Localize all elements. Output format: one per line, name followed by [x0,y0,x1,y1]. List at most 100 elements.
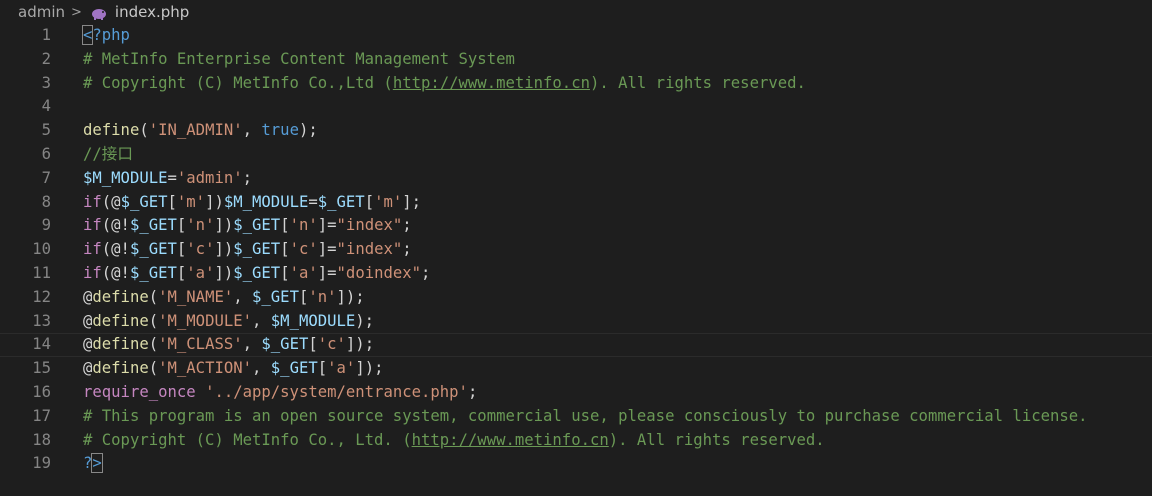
line-code: define('IN_ADMIN', true); [83,119,318,143]
code-token: http://www.metinfo.cn [392,73,590,92]
code-token: http://www.metinfo.cn [411,430,609,449]
code-token: = [167,168,177,187]
code-token: if [83,263,102,282]
code-token: $M_MODULE [83,168,168,187]
code-token: [ [176,240,187,259]
line-number: 10 [32,240,51,259]
code-token: [ [280,240,290,259]
code-token: ; [402,240,412,259]
line-number: 18 [32,430,51,449]
line-code: if(@!$_GET['c'])$_GET['c']="index"; [83,238,412,262]
code-token: 'n' [308,287,337,306]
line-number: 17 [32,406,51,425]
line-code: $M_MODULE='admin'; [83,167,252,191]
line-code: require_once '../app/system/entrance.php… [83,381,477,405]
code-line[interactable]: 7 $M_MODULE='admin'; [0,167,1152,191]
code-line[interactable]: 18 # Copyright (C) MetInfo Co., Ltd. (htt… [0,429,1152,453]
code-line[interactable]: 12 @define('M_NAME', $_GET['n']); [0,286,1152,310]
code-token: ]); [355,359,384,378]
line-number: 13 [32,311,51,330]
code-token: ( [148,311,159,330]
code-line[interactable]: 13 @define('M_MODULE', $M_MODULE); [0,310,1152,334]
code-token: $_GET [233,263,281,282]
code-token: 'm' [176,192,206,211]
code-token: 'admin' [176,168,243,187]
code-token: [ [364,192,375,211]
code-token: ; [402,216,412,235]
code-token: $_GET [233,240,281,259]
line-code: if(@!$_GET['a'])$_GET['a']="doindex"; [83,262,430,286]
code-token: 'm' [374,192,403,211]
code-line[interactable]: 10 if(@!$_GET['c'])$_GET['c']="index"; [0,238,1152,262]
code-line[interactable]: 6 //接口 [0,143,1152,167]
code-token: , [252,359,271,378]
code-token: 'a' [327,359,356,378]
code-line[interactable]: 15 @define('M_ACTION', $_GET['a']); [0,357,1152,381]
code-token: //接口 [83,144,133,163]
code-token: @ [83,287,93,306]
code-token: (@! [101,240,130,259]
code-editor[interactable]: 1 <?php 2 # MetInfo Enterprise Content Mana… [0,24,1152,476]
code-line[interactable]: 9 if(@!$_GET['n'])$_GET['n']="index"; [0,214,1152,238]
code-token: 'IN_ADMIN' [148,121,243,140]
code-token: $_GET [317,192,365,211]
code-token: $_GET [252,287,299,306]
line-number: 1 [41,26,51,44]
code-token: # This program is an open source system,… [83,406,1088,425]
line-code: <?php [81,24,130,48]
code-token: ( [148,287,159,306]
code-token: = [308,192,318,211]
code-token: [ [298,287,309,306]
code-token: < [81,25,94,45]
code-token: ; [421,263,431,282]
code-line[interactable]: 2 # MetInfo Enterprise Content Management… [0,48,1152,72]
code-token: 'c' [289,240,318,259]
code-line[interactable]: 17 # This program is an open source syste… [0,405,1152,429]
code-token: define [92,311,149,330]
line-code: # Copyright (C) MetInfo Co.,Ltd (http://… [83,72,806,96]
code-token: 'M_MODULE' [158,311,253,330]
code-token: ]) [214,263,234,282]
line-code: //接口 [83,143,133,167]
code-line[interactable]: 11 if(@!$_GET['a'])$_GET['a']="doindex"; [0,262,1152,286]
code-line[interactable]: 4 [0,95,1152,119]
code-token: 'M_ACTION' [158,359,253,378]
code-token: , [242,121,262,140]
code-token: 'M_NAME' [158,287,234,306]
line-number: 2 [41,49,51,68]
code-line[interactable]: 19 ?> [0,452,1152,476]
code-token: , [252,311,271,330]
code-token: , [233,287,253,306]
code-token: [ [280,216,290,235]
code-token: define [92,335,149,354]
code-line[interactable]: 5 define('IN_ADMIN', true); [0,119,1152,143]
code-token: ]); [345,335,375,354]
line-number: 12 [32,287,51,306]
line-number: 14 [32,335,51,354]
code-token: if [83,240,102,259]
code-line[interactable]: 16 require_once '../app/system/entrance.p… [0,381,1152,405]
code-token: ; [242,168,252,187]
code-line[interactable]: 14 @define('M_CLASS', $_GET['c']); [0,333,1152,358]
code-token: [ [167,192,177,211]
code-token: 'a' [289,263,318,282]
code-token: ); [355,311,375,330]
code-token: (@! [101,263,130,282]
line-code: ?> [83,452,103,476]
code-line[interactable]: 3 # Copyright (C) MetInfo Co.,Ltd (http:/… [0,72,1152,96]
code-token: $_GET [129,263,177,282]
code-token: true [261,121,299,140]
breadcrumb: admin > index.php [0,0,1152,24]
line-code: @define('M_NAME', $_GET['n']); [83,286,365,310]
breadcrumb-file[interactable]: index.php [115,3,189,21]
code-token: "doindex" [336,263,422,282]
code-token: ]= [317,240,337,259]
code-token: '../app/system/entrance.php' [205,382,468,401]
code-token: ]) [214,240,234,259]
code-token: ]; [402,192,422,211]
code-line[interactable]: 1 <?php [0,24,1152,48]
breadcrumb-folder[interactable]: admin [18,3,65,21]
code-token: $_GET [233,216,281,235]
code-token: 'a' [186,263,215,282]
code-line[interactable]: 8 if(@$_GET['m'])$M_MODULE=$_GET['m']; [0,191,1152,215]
